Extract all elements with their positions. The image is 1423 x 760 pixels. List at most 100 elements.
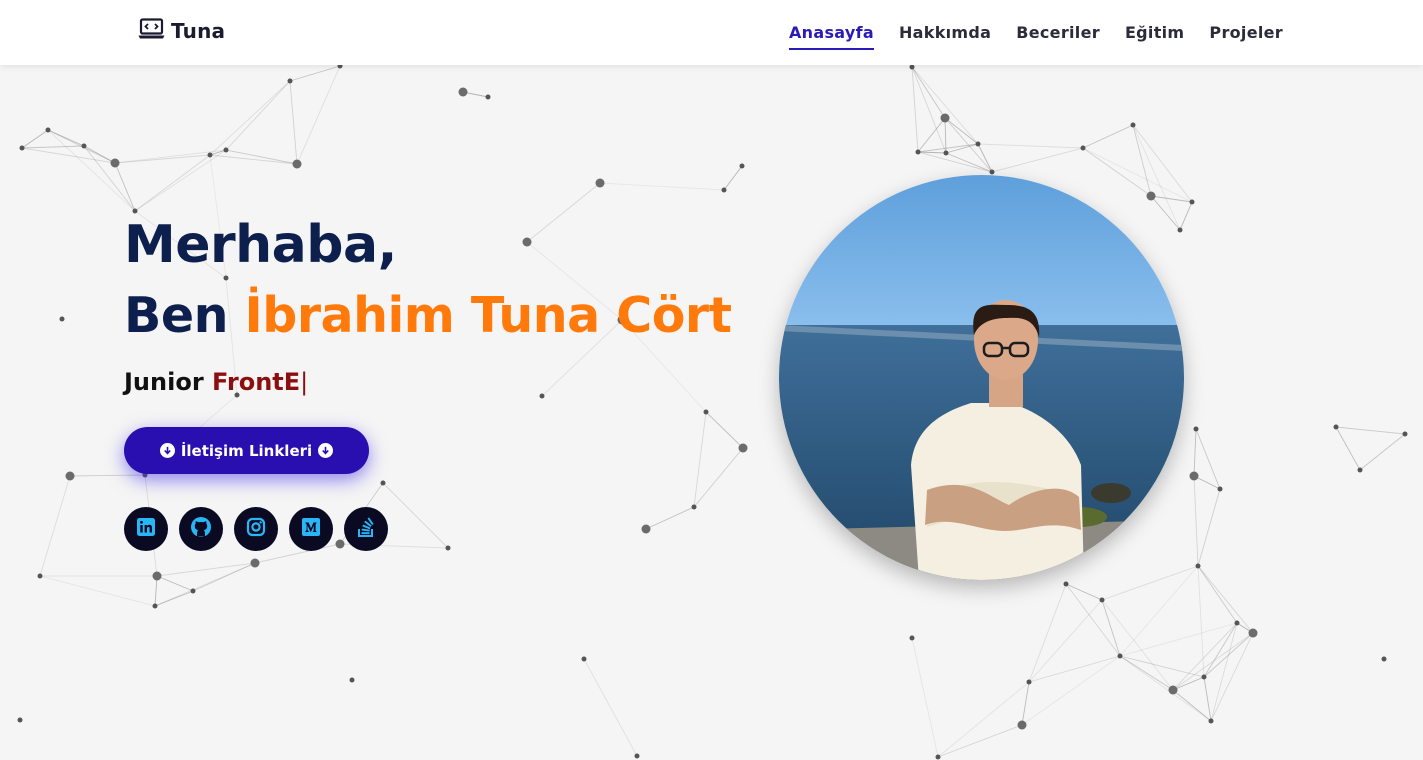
network-link (723, 165, 743, 191)
nav-link-beceriler[interactable]: Beceriler (1016, 19, 1100, 46)
hero-name-prefix: Ben (124, 287, 245, 344)
instagram-link[interactable] (234, 507, 278, 551)
laptop-code-icon (138, 18, 165, 44)
network-link (1028, 583, 1067, 683)
network-node (595, 178, 605, 188)
stackoverflow-link[interactable] (344, 507, 388, 551)
network-node (943, 150, 949, 156)
hero-name: İbrahim Tuna Cört (244, 287, 732, 344)
network-node (909, 635, 915, 641)
network-node (65, 471, 75, 481)
hero-greeting: Merhaba, (124, 215, 397, 275)
network-node (1063, 581, 1069, 587)
network-node (223, 147, 229, 153)
network-node (152, 571, 162, 581)
network-link (1210, 622, 1238, 722)
network-link (1193, 475, 1199, 567)
nav-link-hakkimda[interactable]: Hakkımda (899, 19, 991, 46)
network-node (81, 143, 87, 149)
network-link (134, 154, 211, 212)
network-node (641, 524, 651, 534)
network-node (1333, 424, 1339, 430)
role-typed-text: FrontE (212, 368, 301, 396)
network-node (1381, 656, 1387, 662)
network-node (1130, 122, 1136, 128)
medium-link[interactable] (289, 507, 333, 551)
linkedin-link[interactable] (124, 507, 168, 551)
network-link (945, 152, 993, 173)
network-link (47, 129, 136, 212)
network-node (445, 545, 451, 551)
brand-text: Tuna (171, 19, 226, 43)
network-link (977, 143, 1084, 149)
network-node (738, 443, 748, 453)
network-link (1193, 428, 1197, 477)
nav-link-egitim[interactable]: Eğitim (1125, 19, 1184, 46)
network-node (1117, 653, 1123, 659)
network-node (989, 169, 995, 175)
network-link (1210, 632, 1254, 722)
network-link (39, 575, 156, 607)
network-link (1179, 201, 1193, 231)
network-link (1203, 676, 1212, 722)
network-link (1195, 428, 1221, 490)
network-link (705, 411, 744, 449)
brand-logo[interactable]: Tuna (138, 18, 225, 44)
network-node (458, 87, 468, 97)
network-link (83, 145, 136, 212)
github-link[interactable] (179, 507, 223, 551)
network-link (156, 575, 194, 592)
network-link (1119, 655, 1174, 691)
network-node (152, 603, 158, 609)
arrow-circle-down-icon (159, 443, 175, 458)
network-node (45, 127, 51, 133)
network-link (1150, 195, 1181, 231)
network-node (250, 558, 260, 568)
network-link (583, 658, 638, 757)
typing-cursor: | (300, 368, 309, 396)
network-link (1082, 124, 1134, 149)
github-icon (190, 516, 212, 542)
network-node (1168, 685, 1178, 695)
network-node (691, 504, 697, 510)
network-node (581, 656, 587, 662)
network-node (1234, 620, 1240, 626)
network-link (225, 80, 291, 151)
hero-role: Junior FrontE| (124, 368, 732, 396)
network-link (69, 474, 146, 477)
network-node (1193, 426, 1199, 432)
network-node (207, 152, 213, 158)
network-link (645, 506, 695, 530)
network-node (1189, 199, 1195, 205)
network-link (1119, 655, 1212, 722)
linkedin-icon (136, 517, 156, 541)
network-node (703, 409, 709, 415)
network-link (209, 80, 291, 156)
network-node (935, 754, 941, 760)
network-node (1026, 679, 1032, 685)
network-link (1028, 599, 1103, 683)
network-node (1177, 227, 1183, 233)
network-link (289, 80, 298, 165)
network-link (1197, 565, 1238, 624)
network-node (1208, 718, 1214, 724)
network-node (975, 141, 981, 147)
network-node (1195, 563, 1201, 569)
nav-link-anasayfa[interactable]: Anasayfa (788, 19, 874, 50)
network-link (1028, 655, 1121, 683)
network-link (945, 143, 979, 154)
network-node (349, 677, 355, 683)
network-link (289, 65, 341, 82)
network-node (17, 717, 23, 723)
role-prefix: Junior (124, 368, 213, 396)
network-node (915, 149, 921, 155)
nav-link-projeler[interactable]: Projeler (1209, 19, 1283, 46)
network-node (1017, 720, 1027, 730)
network-link (937, 681, 1030, 758)
network-node (721, 187, 727, 193)
contact-links-button[interactable]: İletişim Linkleri (124, 427, 369, 474)
network-link (39, 475, 71, 577)
network-node (1146, 191, 1156, 201)
network-link (693, 447, 744, 508)
arrow-circle-down-icon (318, 443, 334, 458)
